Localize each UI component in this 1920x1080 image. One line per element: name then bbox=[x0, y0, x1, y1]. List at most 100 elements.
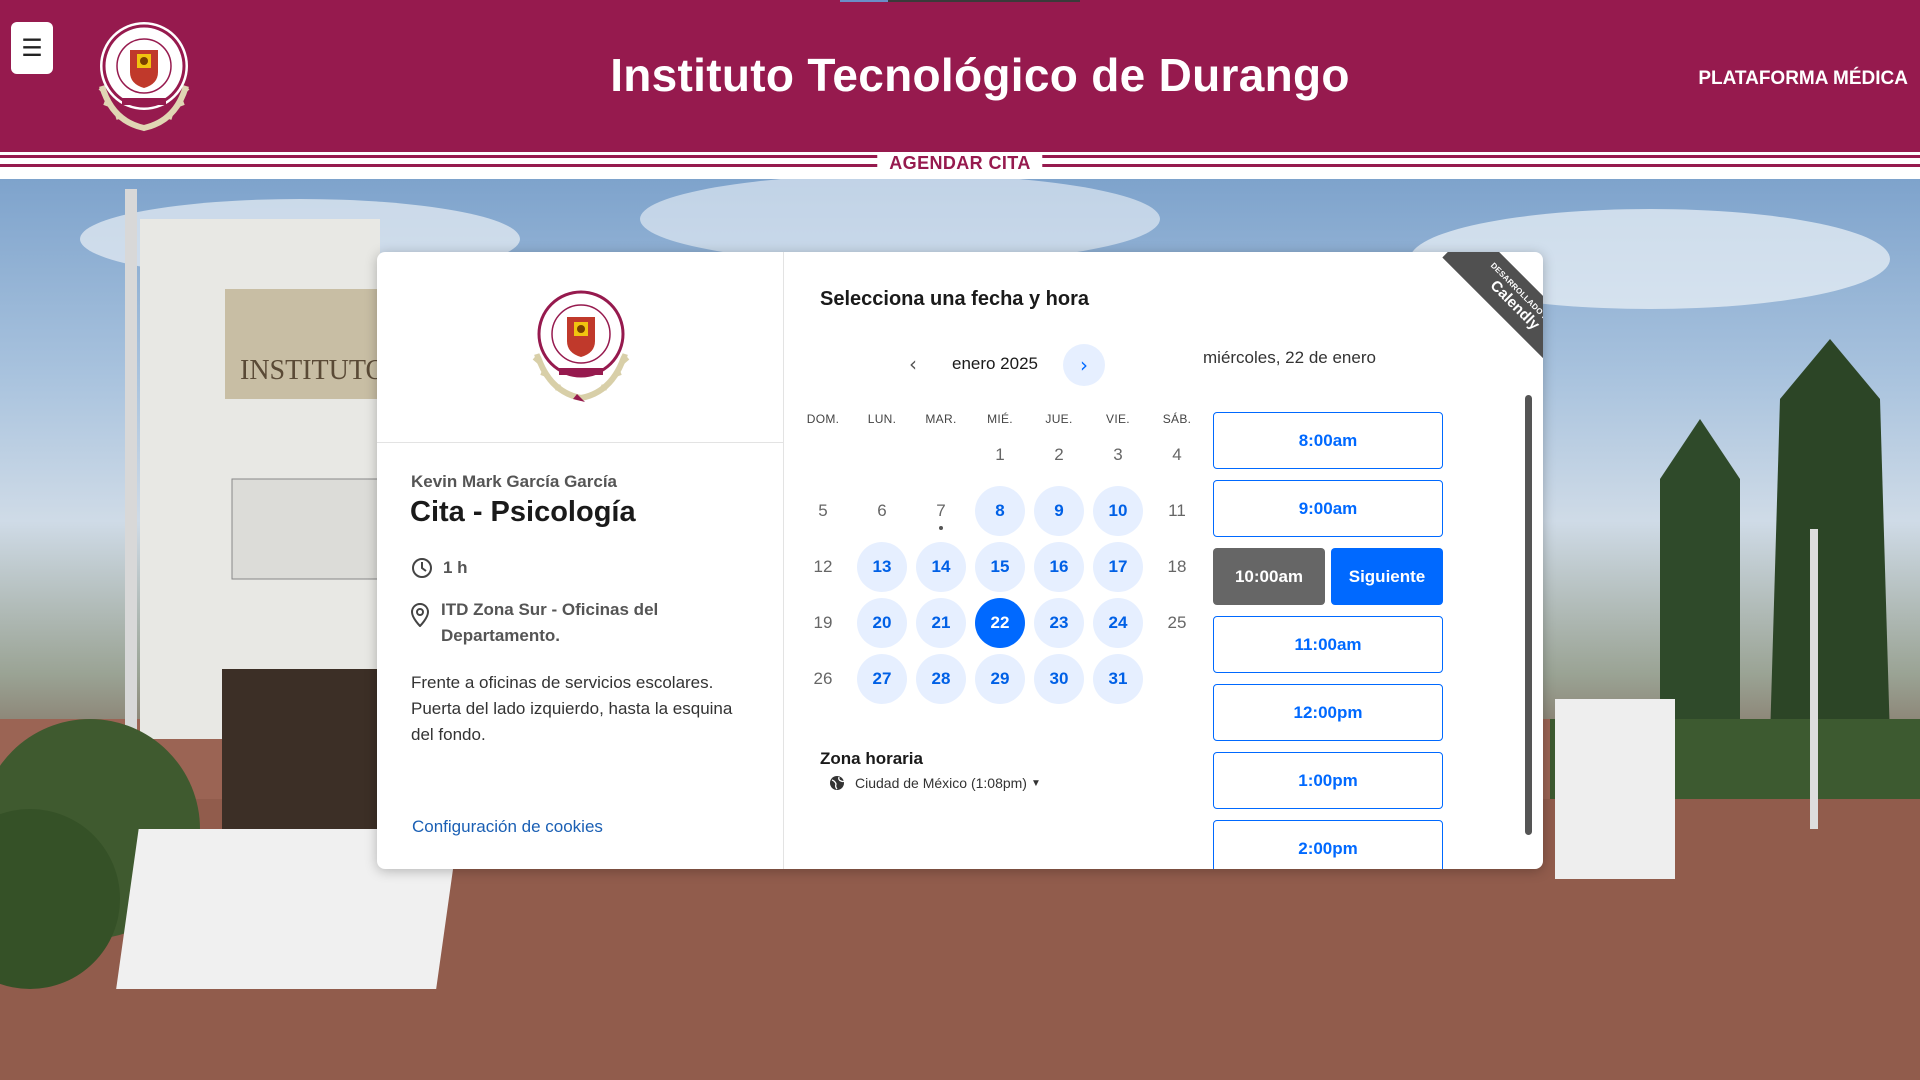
calendar-day: 5 bbox=[798, 486, 848, 536]
day-number: 29 bbox=[990, 669, 1010, 688]
day-number: 5 bbox=[818, 501, 828, 520]
calendar-day[interactable]: 15 bbox=[975, 542, 1025, 592]
institute-logo bbox=[532, 288, 630, 402]
calendar-day[interactable]: 10 bbox=[1093, 486, 1143, 536]
calendar-day[interactable]: 21 bbox=[916, 598, 966, 648]
platform-label[interactable]: PLATAFORMA MÉDICA bbox=[1698, 68, 1908, 90]
weekday-label: MIÉ. bbox=[987, 412, 1013, 426]
section-title-bar: AGENDAR CITA bbox=[0, 152, 1920, 179]
calendar-day[interactable]: 17 bbox=[1093, 542, 1143, 592]
calendar-day: 7 bbox=[916, 486, 966, 536]
calendar-day[interactable]: 13 bbox=[857, 542, 907, 592]
cookie-settings-link[interactable]: Configuración de cookies bbox=[412, 817, 603, 837]
day-number: 27 bbox=[872, 669, 892, 688]
day-number: 18 bbox=[1167, 557, 1187, 576]
day-number: 11 bbox=[1168, 501, 1186, 520]
day-number: 3 bbox=[1113, 445, 1123, 464]
calendar-day: 11 bbox=[1152, 486, 1202, 536]
timezone-select[interactable]: Ciudad de México (1:08pm) ▼ bbox=[829, 775, 1041, 791]
today-indicator bbox=[939, 526, 943, 530]
calendar-day[interactable]: 24 bbox=[1093, 598, 1143, 648]
calendar-day: 4 bbox=[1152, 430, 1202, 480]
calendar-day: 19 bbox=[798, 598, 848, 648]
location-label: ITD Zona Sur - Oficinas del Departamento… bbox=[441, 600, 659, 645]
event-description: Frente a oficinas de servicios escolares… bbox=[411, 673, 733, 744]
calendar-day: 25 bbox=[1152, 598, 1202, 648]
chevron-right-icon: › bbox=[1080, 353, 1088, 377]
picker-heading: Selecciona una fecha y hora bbox=[820, 288, 1089, 310]
weekday-label: SÁB. bbox=[1162, 412, 1192, 426]
calendar-day[interactable]: 9 bbox=[1034, 486, 1084, 536]
calendar-day: 3 bbox=[1093, 430, 1143, 480]
time-slot-selected[interactable]: 10:00am bbox=[1213, 548, 1325, 605]
day-number: 4 bbox=[1172, 445, 1182, 464]
month-navigation: ‹ enero 2025 › bbox=[785, 344, 1185, 386]
calendar-day[interactable]: 29 bbox=[975, 654, 1025, 704]
day-number: 7 bbox=[936, 501, 946, 520]
time-slot-button[interactable]: 12:00pm bbox=[1213, 684, 1443, 741]
caret-down-icon: ▼ bbox=[1030, 777, 1041, 789]
time-slot-button[interactable]: 1:00pm bbox=[1213, 752, 1443, 809]
day-number: 17 bbox=[1108, 557, 1128, 576]
day-number: 6 bbox=[877, 501, 887, 520]
timezone-value: Ciudad de México (1:08pm) bbox=[855, 775, 1027, 791]
calendar-day[interactable]: 16 bbox=[1034, 542, 1084, 592]
calendar-day[interactable]: 23 bbox=[1034, 598, 1084, 648]
event-duration: 1 h bbox=[411, 557, 468, 579]
calendar-day: 1 bbox=[975, 430, 1025, 480]
weekday-label: DOM. bbox=[806, 412, 840, 426]
weekday-label: JUE. bbox=[1045, 412, 1073, 426]
selected-date-label: miércoles, 22 de enero bbox=[1203, 348, 1376, 367]
event-details-panel: Kevin Mark García García Cita - Psicolog… bbox=[377, 252, 784, 869]
calendar-day[interactable]: 14 bbox=[916, 542, 966, 592]
calendar-day[interactable]: 28 bbox=[916, 654, 966, 704]
day-number: 23 bbox=[1049, 613, 1069, 632]
calendar-day-selected[interactable]: 22 bbox=[975, 598, 1025, 648]
event-location: ITD Zona Sur - Oficinas del Departamento… bbox=[411, 597, 751, 649]
day-number: 2 bbox=[1054, 445, 1064, 464]
globe-icon bbox=[830, 776, 845, 790]
calendar-day: 6 bbox=[857, 486, 907, 536]
day-number: 13 bbox=[872, 557, 892, 576]
calendar-day[interactable]: 8 bbox=[975, 486, 1025, 536]
next-month-button[interactable]: › bbox=[1063, 344, 1105, 386]
site-title: Instituto Tecnológico de Durango bbox=[610, 49, 1350, 101]
calendar-day[interactable]: 27 bbox=[857, 654, 907, 704]
weekday-label: VIE. bbox=[1106, 412, 1130, 426]
time-slot-button[interactable]: 8:00am bbox=[1213, 412, 1443, 469]
duration-label: 1 h bbox=[443, 558, 468, 577]
day-number: 20 bbox=[872, 613, 892, 632]
calendar-day: 2 bbox=[1034, 430, 1084, 480]
scheduling-card: Kevin Mark García García Cita - Psicolog… bbox=[377, 252, 1543, 869]
site-header: ☰ Instituto Tecnológico de Durango PLATA… bbox=[0, 0, 1920, 152]
clock-icon bbox=[412, 558, 432, 578]
calendar-day[interactable]: 31 bbox=[1093, 654, 1143, 704]
calendar-day: 18 bbox=[1152, 542, 1202, 592]
time-slot-button[interactable]: 2:00pm bbox=[1213, 820, 1443, 869]
weekday-label: LUN. bbox=[867, 412, 897, 426]
calendar-day[interactable]: 30 bbox=[1034, 654, 1084, 704]
map-pin-icon bbox=[411, 603, 429, 627]
event-title: Cita - Psicología bbox=[410, 496, 636, 528]
previous-month-button[interactable]: ‹ bbox=[899, 350, 927, 378]
time-slot-button[interactable]: 11:00am bbox=[1213, 616, 1443, 673]
time-slot-list: 8:00am 9:00am 10:00am Siguiente 11:00am 12:00… bbox=[1213, 412, 1493, 869]
time-slot-scrollbar[interactable] bbox=[1525, 395, 1532, 835]
day-number: 24 bbox=[1108, 613, 1128, 632]
calendar-day[interactable]: 20 bbox=[857, 598, 907, 648]
day-number: 30 bbox=[1049, 669, 1069, 688]
next-button[interactable]: Siguiente bbox=[1331, 548, 1443, 605]
time-slot-button[interactable]: 9:00am bbox=[1213, 480, 1443, 537]
day-number: 19 bbox=[813, 613, 833, 632]
month-label: enero 2025 bbox=[951, 354, 1039, 373]
calendar-day: 12 bbox=[798, 542, 848, 592]
section-title: AGENDAR CITA bbox=[877, 153, 1043, 174]
divider bbox=[377, 442, 784, 443]
day-number: 8 bbox=[995, 501, 1005, 520]
top-progress-strip bbox=[840, 0, 1080, 2]
calendar-day: 26 bbox=[798, 654, 848, 704]
day-number: 10 bbox=[1108, 501, 1128, 520]
powered-by-calendly-badge[interactable]: DESARROLLADO POR Calendly bbox=[1427, 252, 1543, 368]
day-number: 26 bbox=[813, 669, 833, 688]
chevron-left-icon: ‹ bbox=[909, 352, 917, 376]
